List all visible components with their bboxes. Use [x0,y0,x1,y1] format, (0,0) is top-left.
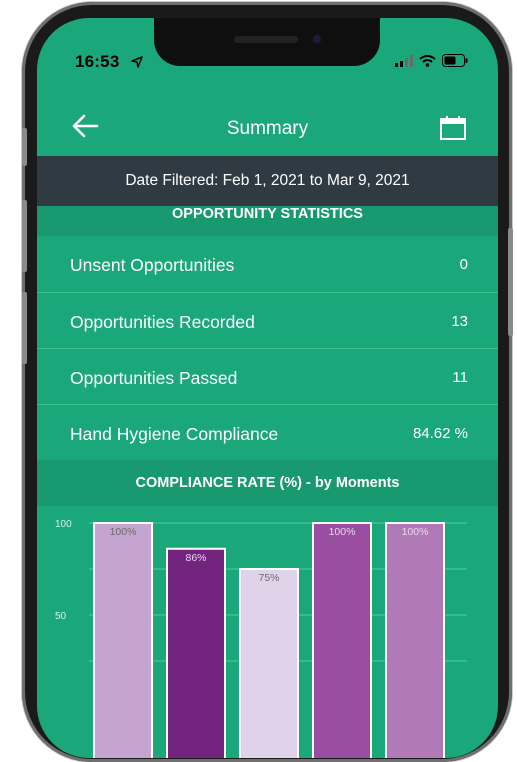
status-time: 16:53 [75,52,120,71]
app-screen: 16:53 Summary Date Filtered: Feb 1, 2021… [37,18,498,758]
stat-value: 84.62 % [412,425,468,442]
chart-bar [166,547,226,758]
stat-value: 13 [451,313,468,330]
chart-bar [239,568,299,758]
chart-bar [312,522,372,758]
stat-row-compliance: Hand Hygiene Compliance 84.62 % [37,404,498,461]
page-title: Summary [226,118,309,139]
stat-label: Opportunities Passed [70,368,238,388]
signal-icon [395,54,413,72]
stat-value: 11 [452,369,468,386]
bar-data-label: 100% [329,526,356,538]
chart-bar [385,522,445,758]
stat-label: Hand Hygiene Compliance [70,424,279,444]
y-tick-label: 100 [55,519,72,530]
speaker [234,36,298,43]
bar-data-label: 100% [110,526,137,538]
bar-data-label: 100% [402,526,429,538]
status-icons [395,54,468,72]
stat-row-recorded: Opportunities Recorded 13 [37,292,498,349]
compliance-bar-chart: 100 50 100% 86% 75% 100% 100% [55,519,467,758]
stat-label: Opportunities Recorded [70,312,255,332]
y-tick-label: 50 [55,611,67,622]
wifi-icon [419,54,436,72]
chart-bar [93,522,153,758]
side-button-left-2 [22,200,27,272]
side-button-left-3 [22,292,27,364]
side-button-left-1 [22,128,27,166]
stat-value: 0 [459,256,468,273]
date-filter-bar[interactable]: Date Filtered: Feb 1, 2021 to Mar 9, 202… [37,156,498,206]
compliance-chart: 100 50 100% 86% 75% 100% 100% [37,506,498,758]
nav-bar: Summary [37,98,498,156]
stat-label: Unsent Opportunities [70,255,235,275]
stat-row-passed: Opportunities Passed 11 [37,348,498,405]
bar-data-label: 86% [185,552,206,564]
location-arrow-icon [131,55,143,73]
stat-row-unsent: Unsent Opportunities 0 [37,236,498,292]
front-camera [311,33,323,45]
battery-icon [442,54,468,72]
bar-data-label: 75% [258,572,279,584]
notch [154,18,380,66]
compliance-rate-header: COMPLIANCE RATE (%) - by Moments [37,460,498,506]
opportunity-statistics-header: OPPORTUNITY STATISTICS [37,206,498,236]
side-button-right [508,228,513,336]
calendar-icon[interactable] [440,116,466,140]
